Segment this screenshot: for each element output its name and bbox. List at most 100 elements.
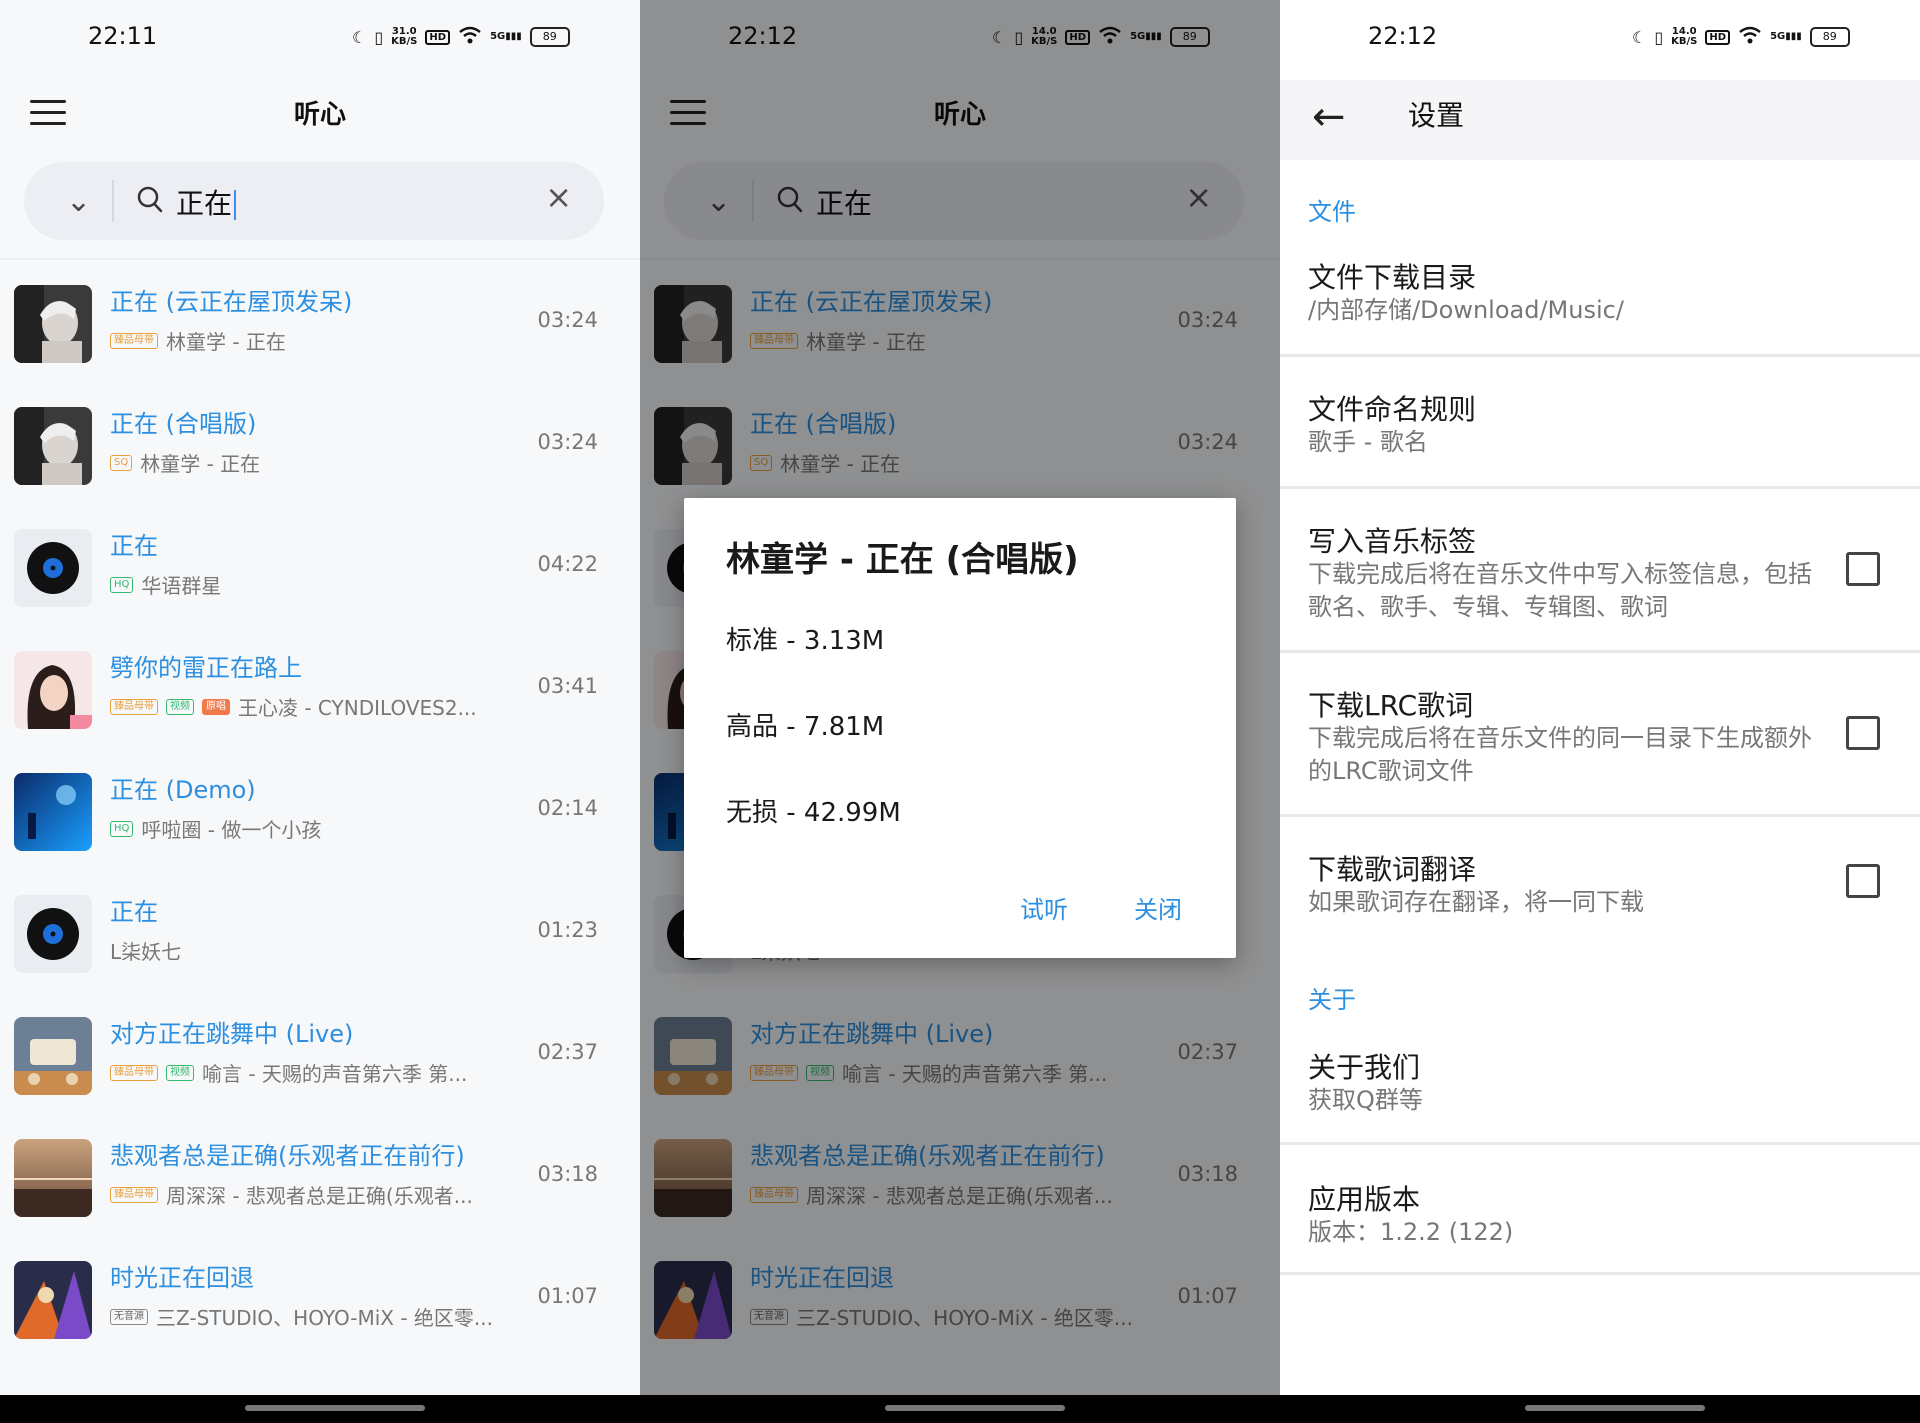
app-bar: 听心 <box>0 80 640 146</box>
artist-album: 周深深 - 悲观者总是正确(乐观者... <box>166 1184 473 1208</box>
close-button[interactable]: 关闭 <box>1134 890 1182 925</box>
quality-badge: 视频 <box>166 1064 194 1081</box>
setting-app-version[interactable]: 应用版本 版本：1.2.2 (122) <box>1280 1174 1920 1274</box>
translation-checkbox[interactable] <box>1846 864 1880 898</box>
song-meta: 臻品母带 视频 喻言 - 天赐的声音第六季 第... <box>110 1058 467 1087</box>
quality-badge: HQ <box>110 820 134 837</box>
artist-album: 林童学 - 正在 <box>140 452 261 476</box>
divider <box>1280 814 1920 817</box>
network-speed: 14.0 KB/S <box>1671 26 1698 47</box>
section-header-file: 文件 <box>1308 198 1356 226</box>
preview-button[interactable]: 试听 <box>1020 890 1068 925</box>
page-title: 设置 <box>1408 99 1465 132</box>
album-cover <box>14 529 92 607</box>
album-cover <box>14 651 92 729</box>
close-icon[interactable]: × <box>545 178 572 216</box>
song-row[interactable]: 正在 L柒妖七 01:23 <box>0 870 640 980</box>
status-time: 22:11 <box>88 22 158 50</box>
do-not-disturb-icon: ☾ <box>1632 27 1647 47</box>
hd-icon: HD <box>425 29 451 45</box>
quality-option-high[interactable]: 高品 - 7.81M <box>726 706 884 743</box>
quality-badge: SQ <box>110 454 133 471</box>
battery-icon: 89 <box>1809 27 1850 47</box>
quality-dialog: 林童学 - 正在 (合唱版) 标准 - 3.13M 高品 - 7.81M 无损 … <box>684 498 1236 958</box>
song-row[interactable]: 时光正在回退 无音源 三Z-STUDIO、HOYO-MiX - 绝区零... 01:0… <box>0 1236 640 1346</box>
setting-download-translation[interactable]: 下载歌词翻译 如果歌词存在翻译，将一同下载 <box>1280 844 1920 944</box>
song-row[interactable]: 悲观者总是正确(乐观者正在前行) 臻品母带 周深深 - 悲观者总是正确(乐观者...… <box>0 1114 640 1224</box>
section-header-about: 关于 <box>1308 986 1356 1014</box>
battery-icon: 89 <box>529 27 570 47</box>
artist-album: 呼啦圈 - 做一个小孩 <box>141 818 322 842</box>
song-meta: HQ 华语群星 <box>110 570 221 599</box>
song-title: 正在 (云正在屋顶发呆) <box>110 288 353 316</box>
song-meta: 臻品母带 周深深 - 悲观者总是正确(乐观者... <box>110 1180 473 1209</box>
lrc-checkbox[interactable] <box>1846 716 1880 750</box>
song-duration: 04:22 <box>537 552 598 576</box>
quality-badge: 原唱 <box>202 698 230 715</box>
setting-about-us[interactable]: 关于我们 获取Q群等 <box>1280 1042 1920 1142</box>
album-cover <box>14 895 92 973</box>
quality-option-standard[interactable]: 标准 - 3.13M <box>726 620 884 657</box>
setting-subtitle: 获取Q群等 <box>1308 1086 1423 1114</box>
settings-screen: 22:12 ☾ ▯ 14.0 KB/S HD 5G▮▮▮ 89 ← 设置 文件 文… <box>1280 0 1920 1423</box>
song-meta: 臻品母带 林童学 - 正在 <box>110 326 286 355</box>
song-meta: HQ 呼啦圈 - 做一个小孩 <box>110 814 321 843</box>
album-cover <box>14 773 92 851</box>
song-row[interactable]: 正在 (合唱版) SQ 林童学 - 正在 03:24 <box>0 382 640 492</box>
setting-subtitle: 歌手 - 歌名 <box>1308 428 1428 456</box>
vibrate-icon: ▯ <box>374 27 384 47</box>
divider <box>1280 486 1920 489</box>
setting-naming-rule[interactable]: 文件命名规则 歌手 - 歌名 <box>1280 384 1920 484</box>
setting-write-tags[interactable]: 写入音乐标签 下载完成后将在音乐文件中写入标签信息，包括歌名、歌手、专辑、专辑图… <box>1280 516 1920 646</box>
back-arrow-icon[interactable]: ← <box>1312 94 1346 140</box>
setting-subtitle: 版本：1.2.2 (122) <box>1308 1218 1514 1246</box>
song-row[interactable]: 劈你的雷正在路上 臻品母带 视频 原唱 王心凌 - CYNDILOVES2... 03:4… <box>0 626 640 736</box>
network-speed: 31.0 KB/S <box>391 26 418 47</box>
chevron-down-icon[interactable]: ⌄ <box>66 184 91 219</box>
artist-album: 王心凌 - CYNDILOVES2... <box>238 696 477 720</box>
quality-badge: HQ <box>110 576 134 593</box>
hd-icon: HD <box>1705 29 1731 45</box>
status-bar: 22:12 ☾ ▯ 14.0 KB/S HD 5G▮▮▮ 89 <box>1280 0 1920 80</box>
setting-title: 下载LRC歌词 <box>1308 689 1474 722</box>
song-row[interactable]: 正在 (云正在屋顶发呆) 臻品母带 林童学 - 正在 03:24 <box>0 260 640 370</box>
song-row[interactable]: 正在 HQ 华语群星 04:22 <box>0 504 640 614</box>
signal-icon: 5G▮▮▮ <box>490 31 522 42</box>
write-tags-checkbox[interactable] <box>1846 552 1880 586</box>
setting-download-lrc[interactable]: 下载LRC歌词 下载完成后将在音乐文件的同一目录下生成额外的LRC歌词文件 <box>1280 680 1920 810</box>
song-duration: 02:14 <box>537 796 598 820</box>
vibrate-icon: ▯ <box>1654 27 1664 47</box>
home-indicator[interactable] <box>245 1405 425 1411</box>
setting-subtitle: 下载完成后将在音乐文件的同一目录下生成额外的LRC歌词文件 <box>1308 724 1812 785</box>
artist-album: 三Z-STUDIO、HOYO-MiX - 绝区零... <box>156 1306 494 1330</box>
song-duration: 03:41 <box>537 674 598 698</box>
home-indicator[interactable] <box>1525 1405 1705 1411</box>
song-row[interactable]: 对方正在跳舞中 (Live) 臻品母带 视频 喻言 - 天赐的声音第六季 第... 02… <box>0 992 640 1102</box>
song-title: 正在 (Demo) <box>110 776 256 804</box>
setting-subtitle: 下载完成后将在音乐文件中写入标签信息，包括歌名、歌手、专辑、专辑图、歌词 <box>1308 560 1812 621</box>
status-time: 22:12 <box>1368 22 1438 50</box>
setting-subtitle: 如果歌词存在翻译，将一同下载 <box>1308 888 1644 916</box>
search-icon <box>136 185 164 219</box>
artist-album: 林童学 - 正在 <box>166 330 286 354</box>
search-input[interactable]: 正在 <box>176 182 237 222</box>
search-bar[interactable]: ⌄ 正在 × <box>24 162 604 240</box>
do-not-disturb-icon: ☾ <box>352 27 367 47</box>
quality-dialog-screen: 22:12 ☾ ▯ 14.0 KB/S HD 5G▮▮▮ 89 听心 ⌄ 正在 ×… <box>640 0 1280 1423</box>
divider <box>1280 1272 1920 1275</box>
quality-badge: 视频 <box>166 698 194 715</box>
signal-icon: 5G▮▮▮ <box>1770 31 1802 42</box>
setting-title: 写入音乐标签 <box>1308 525 1477 558</box>
song-title: 正在 <box>110 532 158 560</box>
song-title: 悲观者总是正确(乐观者正在前行) <box>110 1142 465 1170</box>
divider <box>1280 1142 1920 1145</box>
song-row[interactable]: 正在 (Demo) HQ 呼啦圈 - 做一个小孩 02:14 <box>0 748 640 858</box>
home-indicator[interactable] <box>885 1405 1065 1411</box>
quality-option-lossless[interactable]: 无损 - 42.99M <box>726 792 901 829</box>
song-title: 正在 <box>110 898 158 926</box>
album-cover <box>14 285 92 363</box>
search-screen: 22:11 ☾ ▯ 31.0 KB/S HD 5G▮▮▮ 89 听心 ⌄ 正在 ×… <box>0 0 640 1423</box>
song-title: 劈你的雷正在路上 <box>110 654 302 682</box>
setting-download-directory[interactable]: 文件下载目录 /内部存储/Download/Music/ <box>1280 252 1920 352</box>
divider <box>1280 354 1920 357</box>
